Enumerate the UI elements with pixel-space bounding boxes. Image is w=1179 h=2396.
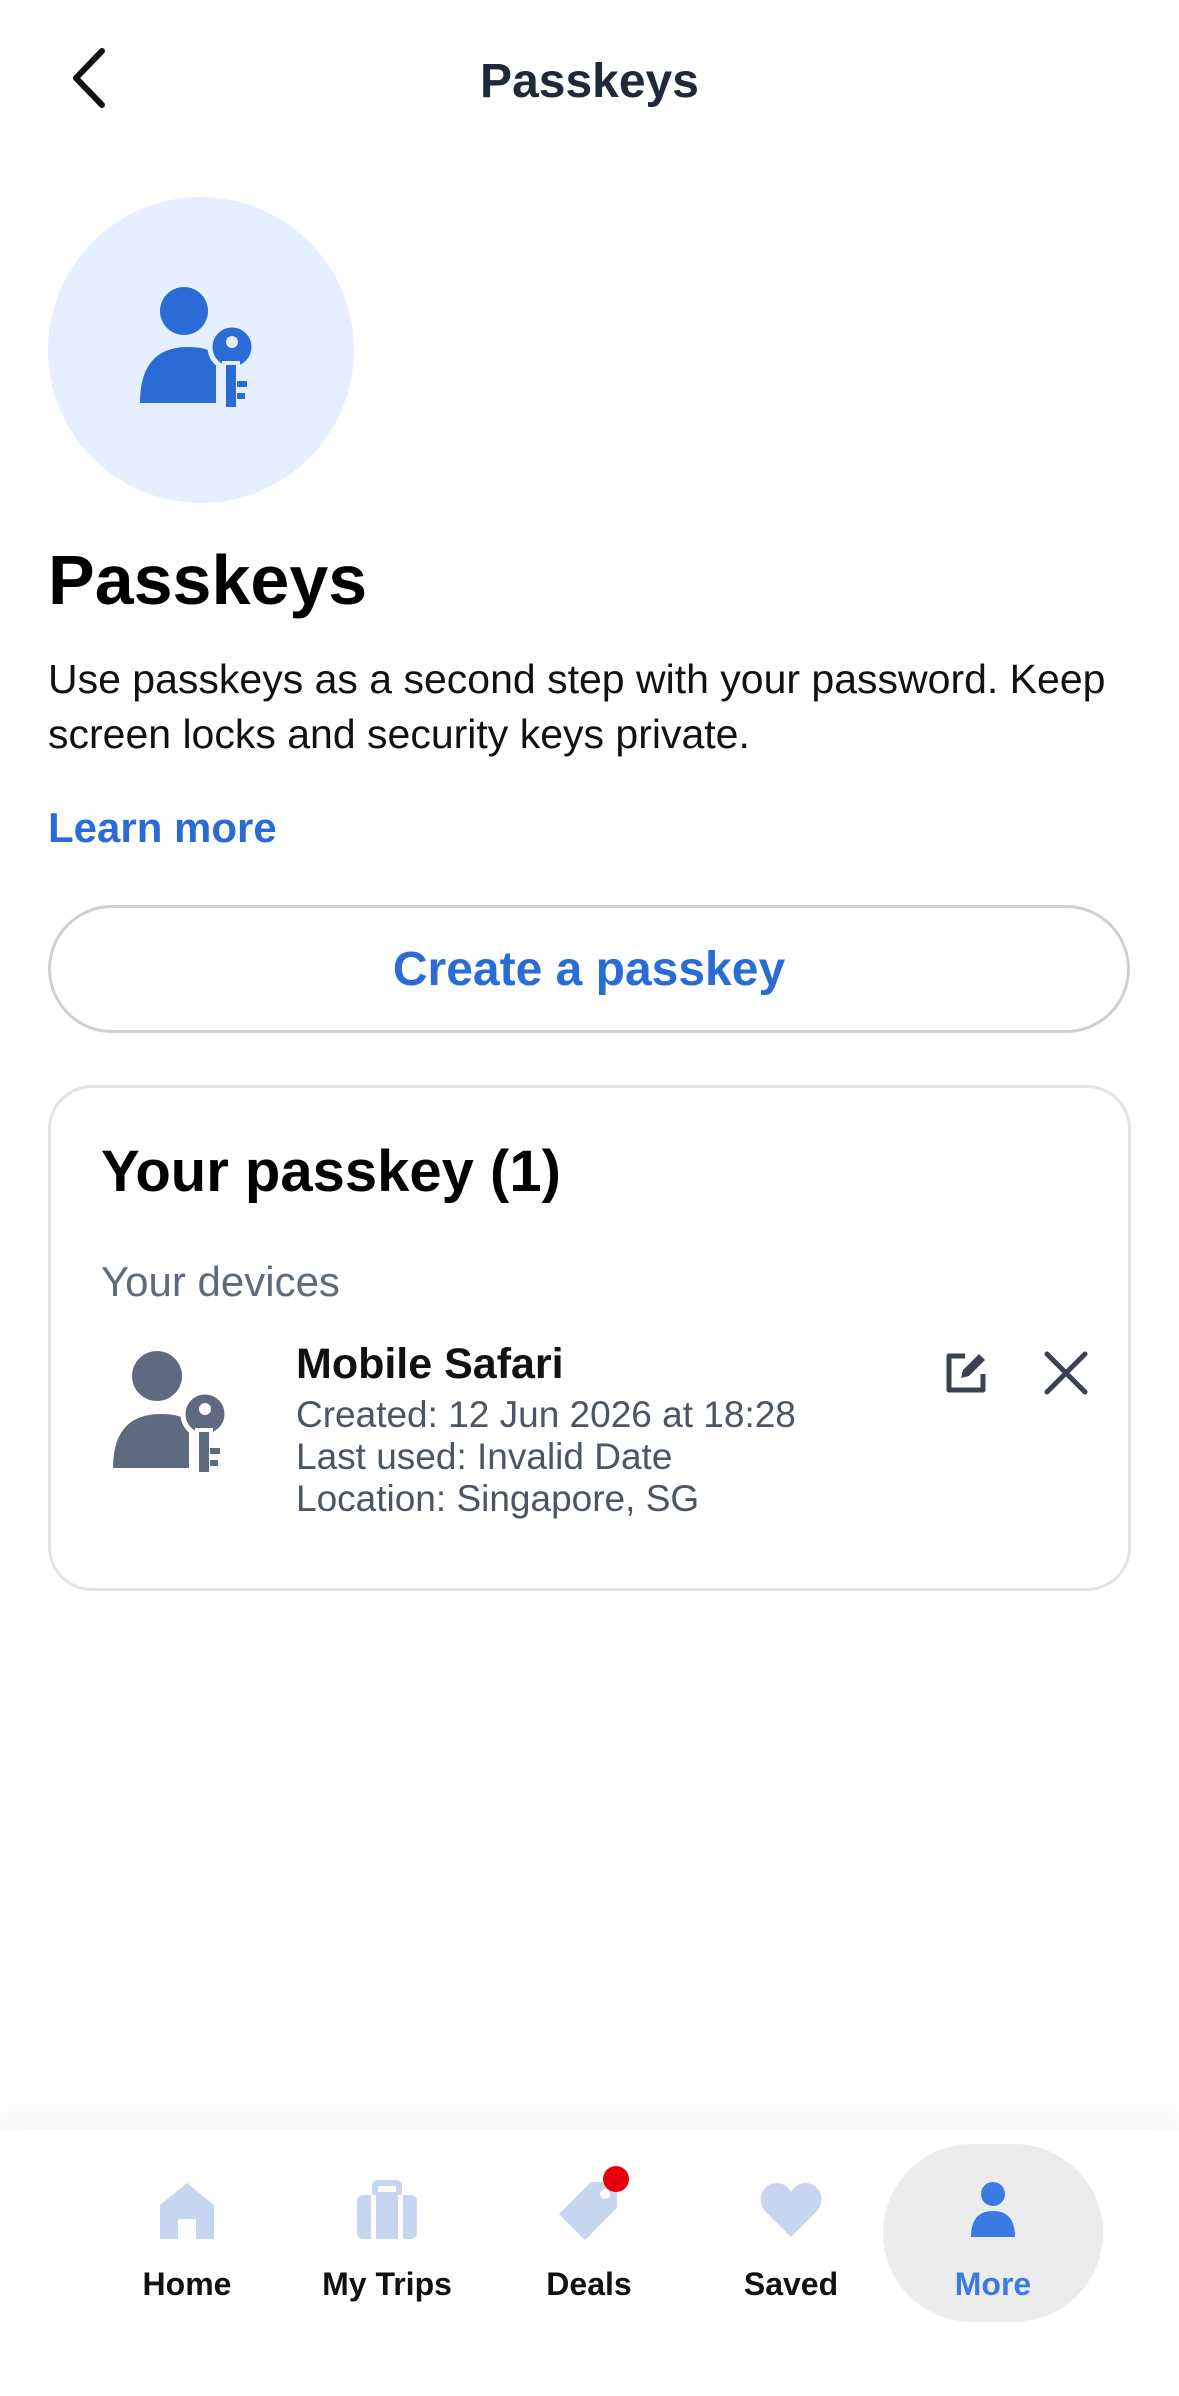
delete-passkey-button[interactable]	[1031, 1338, 1101, 1408]
passkey-card-title: Your passkey (1)	[101, 1139, 561, 1204]
edit-icon	[946, 1353, 986, 1393]
passkeys-page: Passkeys Passkeys Use passkeys as a seco…	[0, 0, 1179, 2396]
page-description: Use passkeys as a second step with your …	[48, 656, 1106, 757]
home-icon	[160, 2183, 214, 2239]
bottom-nav: Home My Trips Deals Saved More	[0, 2130, 1179, 2396]
hero-icon-circle	[48, 197, 354, 503]
learn-more-link[interactable]: Learn more	[48, 804, 277, 852]
nav-label-more: More	[954, 2266, 1032, 2302]
device-last-used: Last used: Invalid Date	[296, 1436, 673, 1477]
deals-notification-dot	[603, 2166, 629, 2192]
nav-label-deals: Deals	[546, 2266, 632, 2302]
nav-item-home[interactable]: Home	[77, 2144, 297, 2322]
device-location: Location: Singapore, SG	[296, 1478, 700, 1519]
nav-label-my-trips: My Trips	[322, 2266, 452, 2302]
briefcase-icon	[357, 2180, 417, 2239]
nav-item-my-trips[interactable]: My Trips	[277, 2144, 497, 2322]
edit-passkey-button[interactable]	[931, 1338, 1001, 1408]
heart-icon	[760, 2183, 822, 2237]
nav-item-saved[interactable]: Saved	[681, 2144, 901, 2322]
close-icon	[1044, 1351, 1088, 1395]
header-title: Passkeys	[480, 55, 699, 108]
page-title: Passkeys	[48, 541, 368, 619]
device-name: Mobile Safari	[296, 1340, 564, 1388]
nav-label-saved: Saved	[743, 2266, 839, 2302]
person-key-icon	[113, 1351, 230, 1476]
device-created: Created: 12 Jun 2026 at 18:28	[296, 1394, 796, 1435]
nav-item-more[interactable]: More	[883, 2144, 1103, 2322]
devices-section-label: Your devices	[101, 1258, 340, 1305]
create-passkey-button[interactable]: Create a passkey	[48, 905, 1130, 1033]
passkey-card: Your passkey (1) Your devices Mobile Saf…	[48, 1085, 1131, 1591]
person-icon	[971, 2182, 1015, 2237]
person-key-icon	[140, 287, 257, 411]
nav-label-home: Home	[142, 2266, 232, 2302]
nav-item-deals[interactable]: Deals	[479, 2144, 699, 2322]
header: Passkeys	[0, 0, 1179, 170]
